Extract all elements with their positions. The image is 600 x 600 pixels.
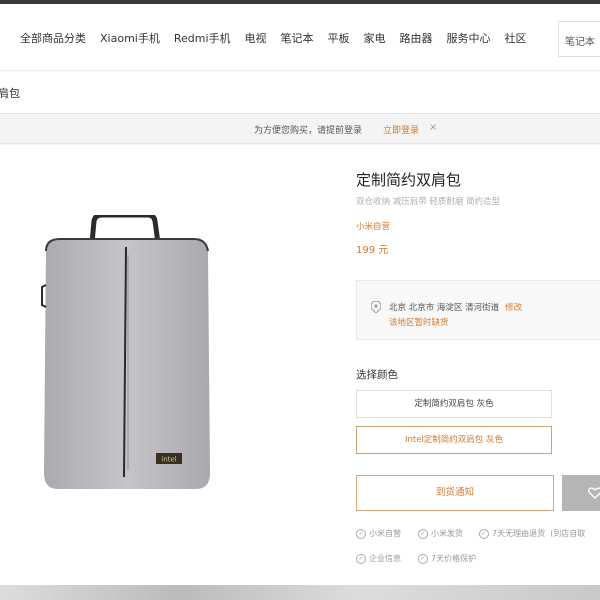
- svg-text:intel: intel: [161, 456, 176, 464]
- site-header: 全部商品分类 Xiaomi手机 Redmi手机 电视 笔记本 平板 家电 路由器…: [0, 4, 600, 70]
- product-price: 199 元: [356, 245, 389, 256]
- nav-xiaomi-phone[interactable]: Xiaomi手机: [100, 30, 160, 46]
- edit-address-link[interactable]: 修改: [505, 303, 522, 313]
- nav-redmi-phone[interactable]: Redmi手机: [174, 30, 231, 46]
- breadcrumb-bar: 肩包: [0, 70, 600, 114]
- check-circle-icon: ✓: [356, 528, 366, 539]
- nav-tablet[interactable]: 平板: [328, 30, 350, 46]
- color-option-gray[interactable]: 定制简约双肩包 灰色: [356, 390, 552, 418]
- breadcrumb[interactable]: 肩包: [0, 85, 20, 101]
- nav-all-categories[interactable]: 全部商品分类: [20, 30, 86, 46]
- stock-status: 该地区暂时缺货: [389, 318, 449, 328]
- location-pin-icon: [371, 301, 381, 313]
- favorite-button[interactable]: [562, 475, 600, 511]
- check-circle-icon: ✓: [418, 528, 428, 539]
- nav-tv[interactable]: 电视: [245, 30, 267, 46]
- service-item: ✓ 小米自营: [356, 528, 401, 539]
- service-item: ✓ 7天无理由退货 (到店自取: [479, 528, 585, 539]
- product-subtitle: 双仓收纳 减压肩带 轻质耐磨 简约造型: [356, 197, 501, 207]
- color-label: 选择颜色: [356, 369, 398, 381]
- product-section: intel 定制简约双肩包 双仓收纳 减压肩带 轻质耐磨 简约造型 小米自营 1…: [0, 145, 600, 585]
- heart-icon: [588, 487, 600, 499]
- service-item: ✓ 小米发货: [418, 528, 463, 539]
- main-nav: 全部商品分类 Xiaomi手机 Redmi手机 电视 笔记本 平板 家电 路由器…: [20, 30, 527, 46]
- check-circle-icon: ✓: [356, 553, 366, 564]
- login-link[interactable]: 立即登录: [383, 123, 419, 136]
- check-circle-icon: ✓: [479, 528, 489, 539]
- delivery-address-box: 北京 北京市 海淀区 清河街道 修改 该地区暂时缺货: [356, 280, 600, 340]
- service-item: ✓ 7天价格保护: [418, 553, 476, 564]
- nav-laptop[interactable]: 笔记本: [281, 30, 314, 46]
- notify-button[interactable]: 到货通知: [356, 475, 554, 511]
- search-input[interactable]: 笔记本: [558, 21, 600, 57]
- nav-router[interactable]: 路由器: [400, 30, 433, 46]
- nav-appliance[interactable]: 家电: [364, 30, 386, 46]
- product-image: intel: [41, 215, 210, 489]
- seller-tag: 小米自营: [356, 222, 391, 232]
- close-icon[interactable]: ×: [429, 122, 437, 133]
- nav-service-center[interactable]: 服务中心: [447, 30, 491, 46]
- login-notice: 为方便您购买，请提前登录 立即登录 ×: [0, 114, 600, 144]
- nav-community[interactable]: 社区: [505, 30, 527, 46]
- notice-text: 为方便您购买，请提前登录: [254, 126, 363, 136]
- address-text: 北京 北京市 海淀区 清河街道: [389, 303, 500, 313]
- footer-strip: [0, 585, 600, 600]
- service-item: ✓ 企业信息: [356, 553, 401, 564]
- address-line: 北京 北京市 海淀区 清河街道 修改: [389, 301, 522, 313]
- bag-body: [44, 239, 210, 489]
- check-circle-icon: ✓: [418, 553, 428, 564]
- product-title: 定制简约双肩包: [356, 171, 462, 189]
- search-placeholder: 笔记本: [565, 37, 595, 48]
- color-option-intel-gray[interactable]: Intel定制简约双肩包 灰色: [356, 426, 552, 454]
